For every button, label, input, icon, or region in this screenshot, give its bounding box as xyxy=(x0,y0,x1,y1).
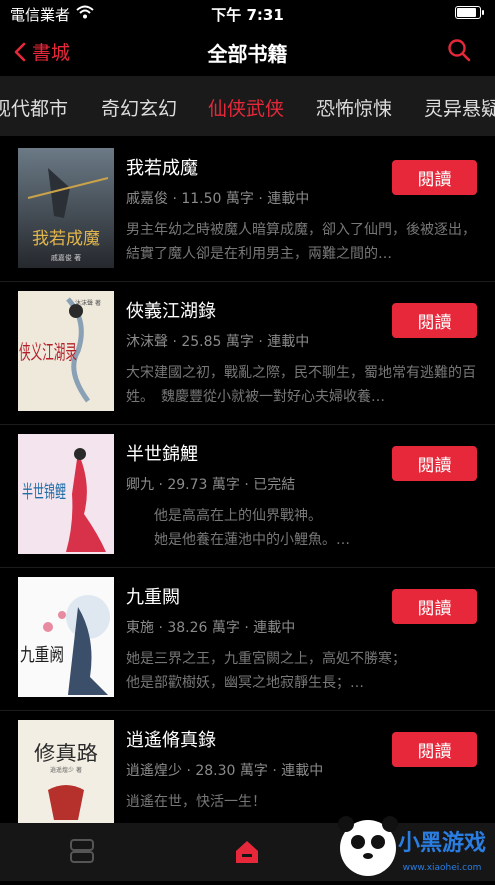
home-icon[interactable] xyxy=(232,837,262,867)
watermark-url: www.xiaohei.com xyxy=(403,863,482,873)
category-tabs: 现代都市 奇幻玄幻 仙侠武侠 恐怖惊悚 灵异悬疑 xyxy=(0,76,495,136)
watermark-logo: 小黑游戏 www.xiaohei.com xyxy=(330,812,495,881)
tab-supernatural[interactable]: 灵异悬疑 xyxy=(424,94,495,121)
search-icon[interactable] xyxy=(447,38,471,62)
cover-title: 我若成魔 xyxy=(32,229,100,249)
tab-horror[interactable]: 恐怖惊悚 xyxy=(316,94,392,121)
book-title[interactable]: 我若成魔 xyxy=(126,154,198,180)
cover-author: 沐沫聲 著 xyxy=(75,299,101,307)
book-title[interactable]: 半世錦鯉 xyxy=(126,440,198,466)
read-button[interactable]: 閱讀 xyxy=(392,446,477,481)
bookshelf-icon[interactable] xyxy=(68,837,96,865)
book-title[interactable]: 九重闕 xyxy=(126,583,180,609)
read-button[interactable]: 閱讀 xyxy=(392,589,477,624)
book-cover[interactable]: 侠义江湖录 沐沫聲 著 xyxy=(18,291,114,411)
cover-title: 修真路 xyxy=(34,741,98,765)
book-meta: 逍遙煌少 · 28.30 萬字 · 連載中 xyxy=(126,763,324,779)
tab-xianxia-wuxia[interactable]: 仙侠武侠 xyxy=(208,94,284,121)
book-title[interactable]: 逍遙脩真錄 xyxy=(126,726,216,752)
book-item[interactable]: 半世锦鲤 半世錦鯉 卿九 · 29.73 萬字 · 已完結 他是高高在上的仙界戰… xyxy=(0,424,495,568)
battery-icon xyxy=(455,6,484,19)
book-description: 他是高高在上的仙界戰神。 她是他養在蓮池中的小鯉魚。… xyxy=(153,508,350,548)
cover-author: 逍遥煌少 著 xyxy=(50,766,82,774)
page-title: 全部书籍 xyxy=(207,42,288,66)
book-title[interactable]: 俠義江湖錄 xyxy=(126,297,216,323)
cover-title: 半世锦鲤 xyxy=(22,482,66,503)
book-meta: 沐沫聲 · 25.85 萬字 · 連載中 xyxy=(126,334,310,350)
book-meta: 卿九 · 29.73 萬字 · 已完結 xyxy=(126,477,296,493)
tab-modern-city[interactable]: 现代都市 xyxy=(0,94,68,121)
read-button[interactable]: 閱讀 xyxy=(392,303,477,338)
book-cover[interactable]: 九重阙 xyxy=(18,577,114,697)
book-meta: 東施 · 38.26 萬字 · 連載中 xyxy=(126,620,296,636)
status-bar: 電信業者 下午 7:31 xyxy=(0,0,495,26)
navigation-bar: 書城 全部书籍 xyxy=(0,26,495,76)
cover-title: 侠义江湖录 xyxy=(19,340,77,364)
book-cover[interactable]: 修真路 逍遥煌少 著 xyxy=(18,720,114,823)
book-description: 她是三界之王，九重宮闕之上，高処不勝寒； 他是部歡樹妖，幽冥之地寂靜生長；… xyxy=(126,651,406,691)
book-item[interactable]: 修真路 逍遥煌少 著 逍遙脩真錄 逍遙煌少 · 28.30 萬字 · 連載中 逍… xyxy=(0,710,495,823)
clock: 下午 7:31 xyxy=(211,6,284,24)
book-description: 男主年幼之時被魔人暗算成魔，卻入了仙門，後被逐出，結實了魔人卻是在利用男主，兩難… xyxy=(126,222,476,262)
read-button[interactable]: 閱讀 xyxy=(392,160,477,195)
book-cover[interactable]: 半世锦鲤 xyxy=(18,434,114,554)
book-description: 逍遙在世，快活一生！ xyxy=(126,794,266,810)
cover-title: 九重阙 xyxy=(20,645,64,666)
watermark-brand: 小黑游戏 xyxy=(398,830,486,856)
cover-author: 戚嘉俊 著 xyxy=(51,253,81,262)
book-meta: 戚嘉俊 · 11.50 萬字 · 連載中 xyxy=(126,191,310,207)
tab-fantasy[interactable]: 奇幻玄幻 xyxy=(101,94,177,121)
book-list: 我若成魔 戚嘉俊 著 我若成魔 戚嘉俊 · 11.50 萬字 · 連載中 男主年… xyxy=(0,138,495,823)
book-item[interactable]: 我若成魔 戚嘉俊 著 我若成魔 戚嘉俊 · 11.50 萬字 · 連載中 男主年… xyxy=(0,138,495,282)
book-cover[interactable]: 我若成魔 戚嘉俊 著 xyxy=(18,148,114,268)
book-item[interactable]: 九重阙 九重闕 東施 · 38.26 萬字 · 連載中 她是三界之王，九重宮闕之… xyxy=(0,567,495,711)
book-item[interactable]: 侠义江湖录 沐沫聲 著 俠義江湖錄 沐沫聲 · 25.85 萬字 · 連載中 大… xyxy=(0,281,495,425)
book-description: 大宋建國之初，戰亂之際，民不聊生，蜀地常有逃難的百姓。 魏慶豐從小就被一對好心夫… xyxy=(126,365,476,405)
read-button[interactable]: 閱讀 xyxy=(392,732,477,767)
